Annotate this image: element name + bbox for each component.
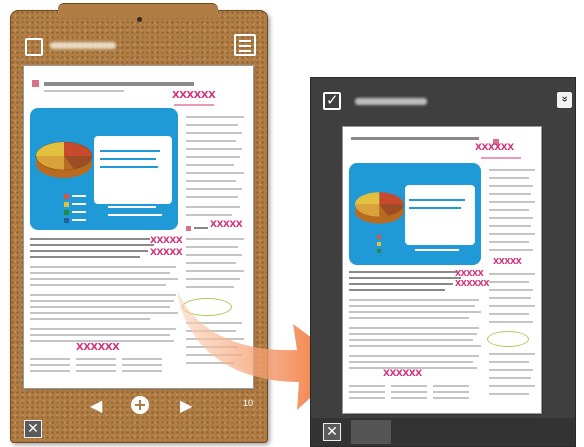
preview-markup-x-1: XXXXXX (475, 143, 514, 153)
markup-x-3: XXXXX (150, 236, 183, 246)
document-page-preview: XXXXXX XXXXX XXXXX XXXXXX XXXXXX (343, 127, 541, 413)
document-title-blurred (355, 98, 427, 105)
preview-bottom-bar: ✕ (311, 418, 575, 446)
preview-markup-x-2: XXXXX (493, 257, 522, 266)
markup-x-5: XXXXXX (76, 342, 120, 353)
preview-close-tool-button[interactable]: ✕ (323, 423, 341, 441)
dark-preview-panel: ✓ » XXXXXX XXXXX XXXXX XXXXXX XXXXXX ✕ (310, 77, 576, 447)
prev-page-button[interactable]: ◀ (90, 396, 102, 416)
chevron-down-icon: » (558, 95, 571, 103)
document-title-blurred (50, 42, 116, 49)
markup-x-1: XXXXXX (172, 90, 216, 101)
add-icon[interactable] (131, 396, 149, 414)
menu-icon[interactable] (234, 34, 256, 56)
pie-chart-graphic (35, 141, 93, 178)
checkmark-icon: ✓ (326, 92, 339, 109)
markup-x-4: XXXXX (150, 248, 183, 258)
close-icon: ✕ (326, 423, 338, 439)
select-checkbox[interactable] (25, 38, 43, 56)
camera-dot (137, 17, 142, 22)
close-tool-button[interactable]: ✕ (24, 420, 42, 438)
viewer-top-tab (58, 4, 218, 18)
preview-highlight-oval (487, 331, 529, 347)
preview-pie-chart-graphic (354, 192, 404, 224)
preview-markup-x-4: XXXXXX (455, 279, 490, 288)
checked-checkbox[interactable]: ✓ (323, 92, 341, 110)
markup-x-2: XXXXX (210, 220, 243, 230)
preview-markup-x-3: XXXXX (455, 269, 484, 278)
preview-bottom-tab[interactable] (351, 420, 391, 444)
close-icon: ✕ (27, 420, 39, 436)
preview-markup-x-5: XXXXXX (383, 369, 422, 379)
expand-chevron-button[interactable]: » (557, 92, 572, 108)
heading-marker (32, 80, 39, 87)
